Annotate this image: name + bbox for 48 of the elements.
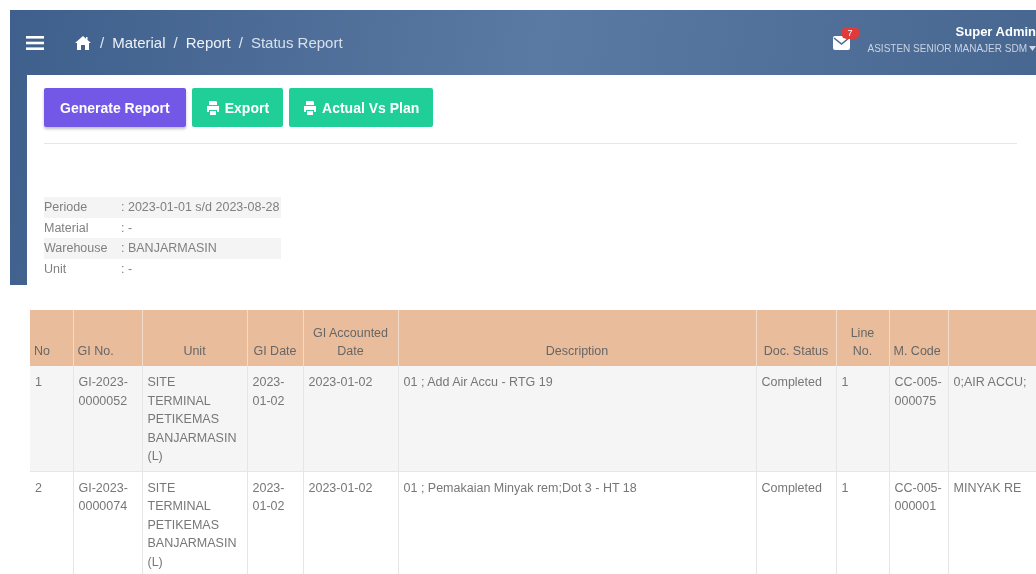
column-header: Doc. Status bbox=[756, 310, 836, 366]
generate-report-button[interactable]: Generate Report bbox=[44, 88, 186, 127]
table-cell: 2023-01-02 bbox=[303, 366, 398, 471]
table-cell: GI-2023-0000074 bbox=[73, 471, 142, 574]
user-role[interactable]: ASISTEN SENIOR MANAJER SDM bbox=[867, 43, 1027, 54]
breadcrumb-separator: / bbox=[100, 34, 105, 51]
column-header: GI Date bbox=[247, 310, 303, 366]
filter-value: : - bbox=[121, 220, 133, 235]
filter-label: Material bbox=[44, 220, 90, 235]
menu-icon[interactable] bbox=[26, 34, 44, 51]
table-cell: 2023-01-02 bbox=[247, 366, 303, 471]
table-cell: CC-005-000075 bbox=[889, 366, 948, 471]
table-cell: 1 bbox=[836, 471, 889, 574]
table-cell: 1 bbox=[836, 366, 889, 471]
table-cell: Completed bbox=[756, 471, 836, 574]
user-name: Super Admin bbox=[954, 24, 1036, 39]
table-cell: 2023-01-02 bbox=[247, 471, 303, 574]
filter-label: Unit bbox=[44, 261, 68, 276]
filter-label: Periode bbox=[44, 200, 89, 215]
column-header: Line No. bbox=[836, 310, 889, 366]
caret-icon[interactable] bbox=[1029, 46, 1036, 51]
breadcrumb-separator: / bbox=[173, 34, 178, 51]
home-icon[interactable] bbox=[74, 34, 92, 51]
table-cell: 1 bbox=[30, 366, 73, 471]
table-cell: SITE TERMINAL PETIKEMAS BANJARMASIN (L) bbox=[142, 471, 247, 574]
table-cell: CC-005-000001 bbox=[889, 471, 948, 574]
column-header: M. Code bbox=[889, 310, 948, 366]
column-header: GI No. bbox=[73, 310, 142, 366]
table-cell: 01 ; Add Air Accu - RTG 19 bbox=[398, 366, 756, 471]
table-cell: 01 ; Pemakaian Minyak rem;Dot 3 - HT 18 bbox=[398, 471, 756, 574]
breadcrumb-separator: / bbox=[238, 34, 243, 51]
table-cell: Completed bbox=[756, 366, 836, 471]
table-cell: 2 bbox=[30, 471, 73, 574]
column-header: No bbox=[30, 310, 73, 366]
table-cell: MINYAK RE bbox=[948, 471, 1036, 574]
filter-label: Warehouse bbox=[44, 241, 109, 256]
column-header: GI Accounted Date bbox=[303, 310, 398, 366]
column-header: Unit bbox=[142, 310, 247, 366]
breadcrumb-link[interactable]: Material bbox=[112, 34, 166, 51]
breadcrumb-link[interactable]: Report bbox=[185, 34, 231, 51]
table-cell: SITE TERMINAL PETIKEMAS BANJARMASIN (L) bbox=[142, 366, 247, 471]
table-cell: GI-2023-0000052 bbox=[73, 366, 142, 471]
table-cell: 2023-01-02 bbox=[303, 471, 398, 574]
table-cell: 0;AIR ACCU; bbox=[948, 366, 1036, 471]
filter-value: : - bbox=[121, 261, 133, 276]
filter-value: : 2023-01-01 s/d 2023-08-28 bbox=[121, 200, 280, 215]
column-header: Description bbox=[398, 310, 756, 366]
filter-value: : BANJARMASIN bbox=[121, 241, 217, 256]
